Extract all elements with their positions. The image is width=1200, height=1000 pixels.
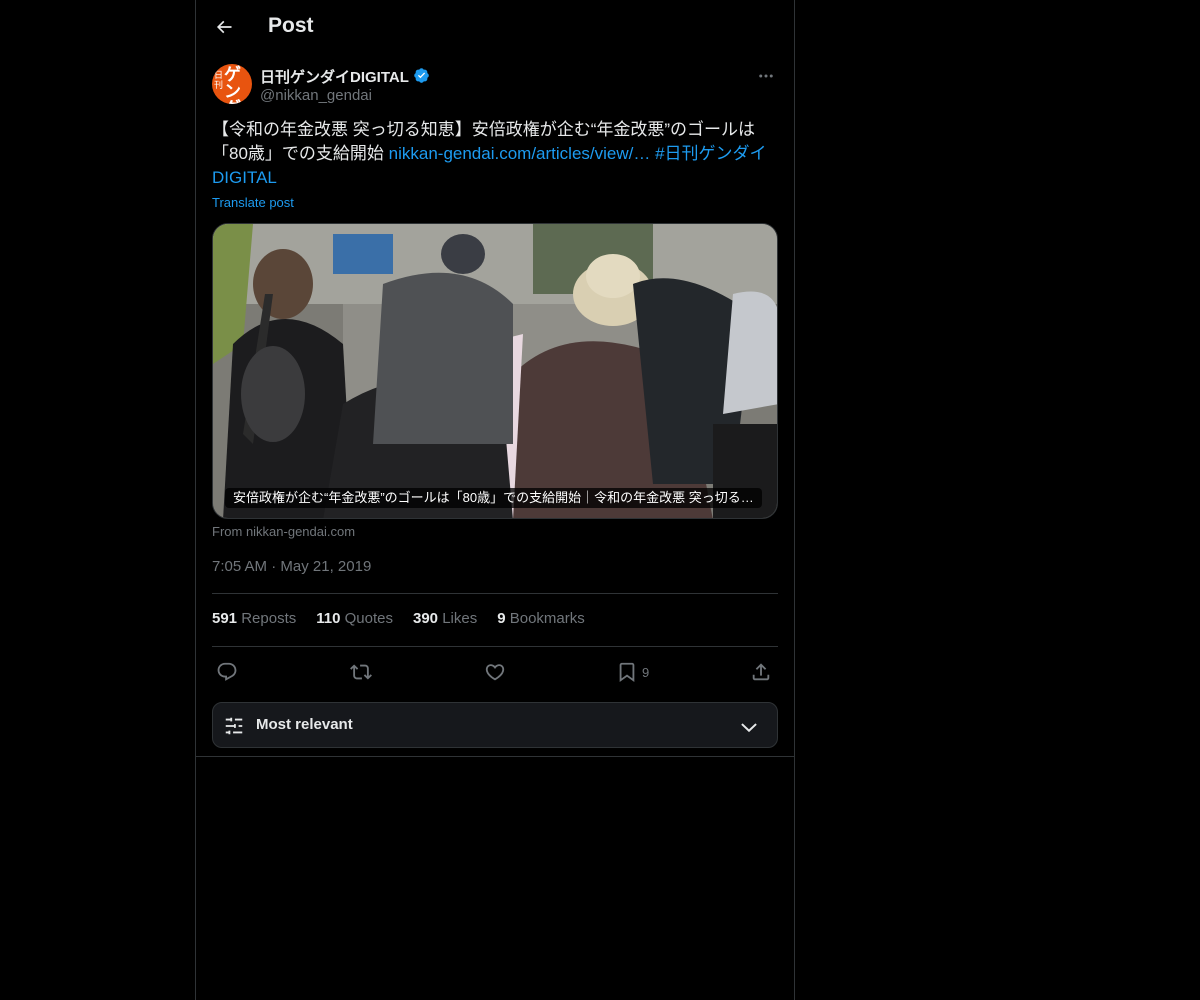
divider [196, 756, 794, 757]
card-source[interactable]: From nikkan-gendai.com [212, 524, 355, 539]
action-bar: 9 [212, 658, 778, 686]
likes-stat[interactable]: 390 Likes [413, 610, 477, 632]
card-photo [213, 224, 777, 518]
chevron-down-icon [741, 723, 757, 733]
reposts-label: Reposts [241, 610, 297, 627]
avatar[interactable]: 日刊 ゲンダイ [212, 64, 252, 104]
author-row: 日刊 ゲンダイ 日刊ゲンダイDIGITAL @nikkan_gendai [212, 64, 778, 108]
tweet-text: 【令和の年金改悪 突っ切る知恵】安倍政権が企む“年金改悪”のゴールは「80歳」で… [212, 118, 778, 190]
bookmarks-stat[interactable]: 9 Bookmarks [497, 610, 585, 632]
sort-label: Most relevant [256, 716, 353, 733]
likes-count: 390 [412, 610, 439, 627]
bookmark-icon [619, 662, 635, 683]
quotes-label: Quotes [344, 610, 393, 627]
translate-post-link[interactable]: Translate post [212, 195, 294, 210]
reposts-count: 591 [212, 610, 238, 627]
page-title: Post [268, 14, 314, 37]
divider [212, 593, 778, 594]
reposts-stat[interactable]: 591 Reposts [212, 610, 296, 632]
post-timestamp: 7:05 AM · May 21, 2019 [212, 558, 371, 575]
post-date[interactable]: May 21, 2019 [280, 558, 371, 575]
header: Post [196, 0, 794, 54]
bookmarks-label: Bookmarks [509, 610, 585, 627]
reply-button[interactable] [216, 658, 238, 686]
repost-icon [350, 664, 372, 680]
share-icon [752, 663, 770, 681]
divider [212, 646, 778, 647]
like-button[interactable] [484, 658, 506, 686]
repost-button[interactable] [350, 658, 372, 686]
author-handle[interactable]: @nikkan_gendai [260, 87, 372, 104]
likes-label: Likes [442, 610, 478, 627]
back-button[interactable] [208, 11, 240, 43]
reply-icon [217, 662, 237, 681]
engagement-stats: 591 Reposts 110 Quotes 390 Likes 9 Bookm… [212, 610, 605, 632]
back-arrow-icon [216, 20, 232, 34]
more-icon [759, 74, 773, 78]
avatar-logo: ゲンダイ [224, 65, 241, 104]
card-caption: 安倍政権が企む“年金改悪”のゴールは「80歳」での支給開始｜令和の年金改悪 突っ… [225, 488, 762, 508]
quotes-count: 110 [316, 610, 341, 627]
sliders-icon [225, 717, 243, 735]
tweet-link[interactable]: nikkan-gendai.com/articles/view/… [389, 144, 651, 163]
bookmark-count: 9 [642, 664, 650, 680]
bookmarks-count: 9 [497, 610, 506, 627]
link-card[interactable]: 安倍政権が企む“年金改悪”のゴールは「80歳」での支給開始｜令和の年金改悪 突っ… [212, 223, 778, 519]
post-time[interactable]: 7:05 AM [212, 558, 267, 575]
share-button[interactable] [750, 658, 772, 686]
avatar-logo-small: 日刊 [214, 70, 224, 90]
timestamp-separator: · [271, 558, 277, 575]
author-display-name[interactable]: 日刊ゲンダイDIGITAL [260, 66, 409, 87]
post-column: Post 日刊 ゲンダイ 日刊ゲンダイDIGITAL @nikkan_genda… [195, 0, 795, 1000]
reply-sort-dropdown[interactable]: Most relevant [212, 702, 778, 748]
more-button[interactable] [754, 64, 778, 88]
bookmark-button[interactable]: 9 [616, 658, 649, 686]
quotes-stat[interactable]: 110 Quotes [316, 610, 393, 632]
verified-badge-icon [414, 68, 429, 83]
like-icon [485, 664, 505, 681]
